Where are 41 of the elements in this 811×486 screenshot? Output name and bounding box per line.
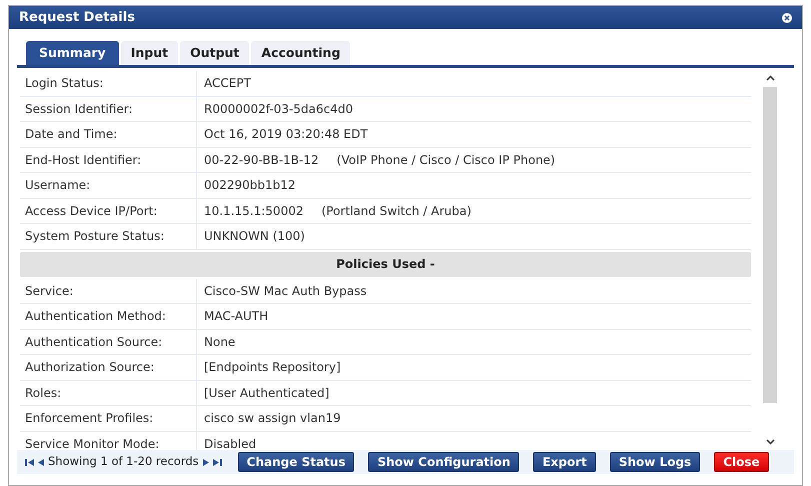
action-button[interactable]: Show Logs	[610, 452, 700, 472]
field-label: Enforcement Profiles:	[20, 406, 197, 430]
field-label: Authentication Method:	[20, 304, 197, 328]
field-value: Oct 16, 2019 03:20:48 EDT	[204, 126, 368, 144]
tab[interactable]: Output	[180, 41, 250, 65]
field-label: Roles:	[20, 380, 197, 405]
tab[interactable]: Summary	[26, 41, 119, 65]
field-value: 002290bb1b12	[204, 177, 296, 194]
tab[interactable]: Accounting	[251, 41, 350, 65]
action-button[interactable]: Export	[533, 452, 596, 472]
field-note: (Portland Switch / Aruba)	[321, 202, 472, 220]
field-label: System Posture Status:	[20, 224, 197, 248]
pager-text: Showing 1 of 1-20 records	[48, 453, 199, 470]
field-note: (VoIP Phone / Cisco / Cisco IP Phone)	[336, 152, 556, 169]
section-header: Policies Used -	[20, 252, 751, 276]
field-label: Login Status:	[20, 71, 197, 96]
action-button[interactable]: Show Configuration	[368, 452, 520, 472]
field-value: ACCEPT	[204, 75, 251, 92]
field-label: End-Host Identifier:	[20, 148, 197, 172]
field-label: Session Identifier:	[20, 96, 197, 121]
action-button[interactable]: Close	[714, 452, 769, 472]
field-label: Authorization Source:	[20, 355, 197, 380]
field-value: Cisco-SW Mac Auth Bypass	[204, 282, 367, 300]
field-value: 10.1.15.1:50002	[204, 202, 304, 220]
field-value: [User Authenticated]	[204, 384, 330, 402]
field-label: Service:	[20, 278, 197, 303]
field-value: [Endpoints Repository]	[204, 359, 341, 376]
field-label: Username:	[20, 173, 197, 198]
field-value: UNKNOWN (100)	[204, 228, 305, 246]
field-value: Disabled	[204, 436, 256, 450]
field-value: 00-22-90-BB-1B-12	[204, 152, 319, 169]
field-label: Date and Time:	[20, 122, 197, 146]
field-label: Access Device IP/Port:	[20, 198, 197, 223]
tab[interactable]: Input	[120, 41, 178, 65]
field-label: Authentication Source:	[20, 330, 197, 354]
field-value: None	[204, 334, 236, 351]
field-value: cisco sw assign vlan19	[204, 410, 341, 428]
field-value: MAC-AUTH	[204, 308, 268, 326]
field-value: R0000002f-03-5da6c4d0	[204, 100, 354, 118]
window-title: Request Details	[19, 8, 135, 27]
action-button[interactable]: Change Status	[238, 452, 354, 472]
